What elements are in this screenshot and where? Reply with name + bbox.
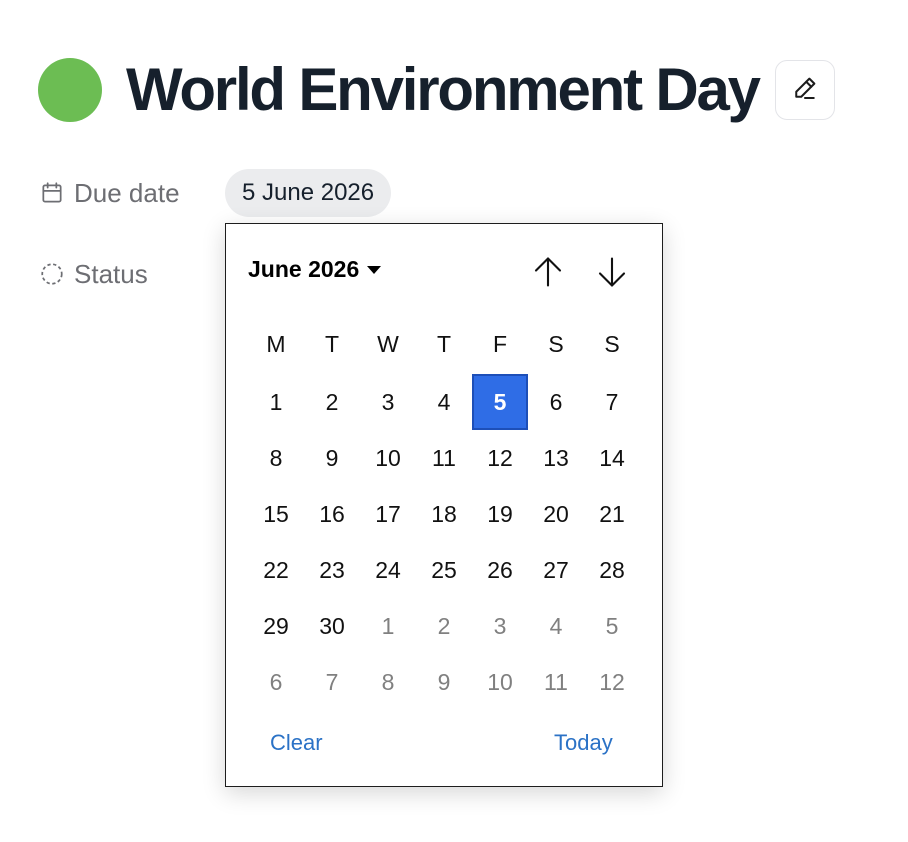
calendar-day[interactable]: 15 [248, 486, 304, 542]
calendar-day-other-month[interactable]: 1 [360, 598, 416, 654]
calendar-day[interactable]: 28 [584, 542, 640, 598]
calendar-day-other-month[interactable]: 3 [472, 598, 528, 654]
calendar-day[interactable]: 11 [416, 430, 472, 486]
pencil-icon [790, 73, 820, 108]
arrow-down-icon [594, 254, 630, 295]
calendar-day[interactable]: 29 [248, 598, 304, 654]
calendar-day[interactable]: 30 [304, 598, 360, 654]
calendar-day-other-month[interactable]: 2 [416, 598, 472, 654]
next-month-button[interactable] [590, 252, 634, 296]
weekday-header: T [324, 330, 340, 357]
calendar-day[interactable]: 27 [528, 542, 584, 598]
calendar-day[interactable]: 2 [304, 374, 360, 430]
calendar-day[interactable]: 16 [304, 486, 360, 542]
due-date-value[interactable]: 5 June 2026 [225, 169, 392, 217]
due-date-label: Due date [74, 177, 180, 208]
calendar-day[interactable]: 25 [416, 542, 472, 598]
weekday-header: T [436, 330, 452, 357]
calendar-day-other-month[interactable]: 6 [248, 654, 304, 710]
calendar-day[interactable]: 7 [584, 374, 640, 430]
status-label[interactable]: Status [74, 259, 148, 290]
calendar-day[interactable]: 3 [360, 374, 416, 430]
calendar-day[interactable]: 4 [416, 374, 472, 430]
status-label-group: Status [38, 259, 225, 290]
calendar-day-other-month[interactable]: 10 [472, 654, 528, 710]
previous-month-button[interactable] [526, 252, 570, 296]
page-header: World Environment Day [38, 54, 835, 126]
calendar-day[interactable]: 14 [584, 430, 640, 486]
calendar-day[interactable]: 17 [360, 486, 416, 542]
weekday-header: W [377, 330, 399, 357]
dashed-circle-icon [38, 260, 66, 288]
page-title[interactable]: World Environment Day [126, 54, 761, 126]
calendar-day[interactable]: 10 [360, 430, 416, 486]
weekday-header: F [492, 330, 508, 357]
calendar-day[interactable]: 1 [248, 374, 304, 430]
calendar-day[interactable]: 21 [584, 486, 640, 542]
calendar-day-other-month[interactable]: 12 [584, 654, 640, 710]
caret-down-icon [367, 265, 382, 274]
due-date-label-group: Due date [38, 178, 225, 209]
weekday-header: S [604, 330, 620, 357]
calendar-day-other-month[interactable]: 5 [584, 598, 640, 654]
arrow-up-icon [530, 254, 566, 295]
calendar-day[interactable]: 8 [248, 430, 304, 486]
weekday-header: M [266, 330, 286, 357]
calendar-day[interactable]: 26 [472, 542, 528, 598]
status-row: Status [38, 250, 225, 298]
calendar-day-other-month[interactable]: 4 [528, 598, 584, 654]
calendar-day[interactable]: 6 [528, 374, 584, 430]
status-color-dot[interactable] [38, 58, 102, 122]
calendar-day[interactable]: 19 [472, 486, 528, 542]
calendar-day-other-month[interactable]: 11 [528, 654, 584, 710]
calendar-day[interactable]: 12 [472, 430, 528, 486]
calendar-day-selected[interactable]: 5 [472, 374, 528, 430]
today-button[interactable]: Today [554, 730, 613, 756]
due-date-row: Due date 5 June 2026 [38, 169, 392, 217]
calendar-day[interactable]: 20 [528, 486, 584, 542]
clear-button[interactable]: Clear [270, 730, 323, 756]
date-picker-popup: June 2026 M T W T F S S 1 2 3 4 5 6 7 8 9 10 11 12 13 14 15 16… [225, 223, 663, 787]
edit-button[interactable] [774, 60, 835, 120]
calendar-day[interactable]: 9 [304, 430, 360, 486]
calendar-day[interactable]: 24 [360, 542, 416, 598]
weekday-header: S [548, 330, 564, 357]
calendar-icon [38, 179, 66, 207]
calendar-day-other-month[interactable]: 7 [304, 654, 360, 710]
calendar-day[interactable]: 13 [528, 430, 584, 486]
calendar-day-other-month[interactable]: 8 [360, 654, 416, 710]
month-select[interactable]: June 2026 [248, 256, 382, 283]
calendar-day[interactable]: 23 [304, 542, 360, 598]
month-label: June 2026 [248, 256, 360, 282]
calendar-day[interactable]: 18 [416, 486, 472, 542]
calendar-day-other-month[interactable]: 9 [416, 654, 472, 710]
calendar-day[interactable]: 22 [248, 542, 304, 598]
